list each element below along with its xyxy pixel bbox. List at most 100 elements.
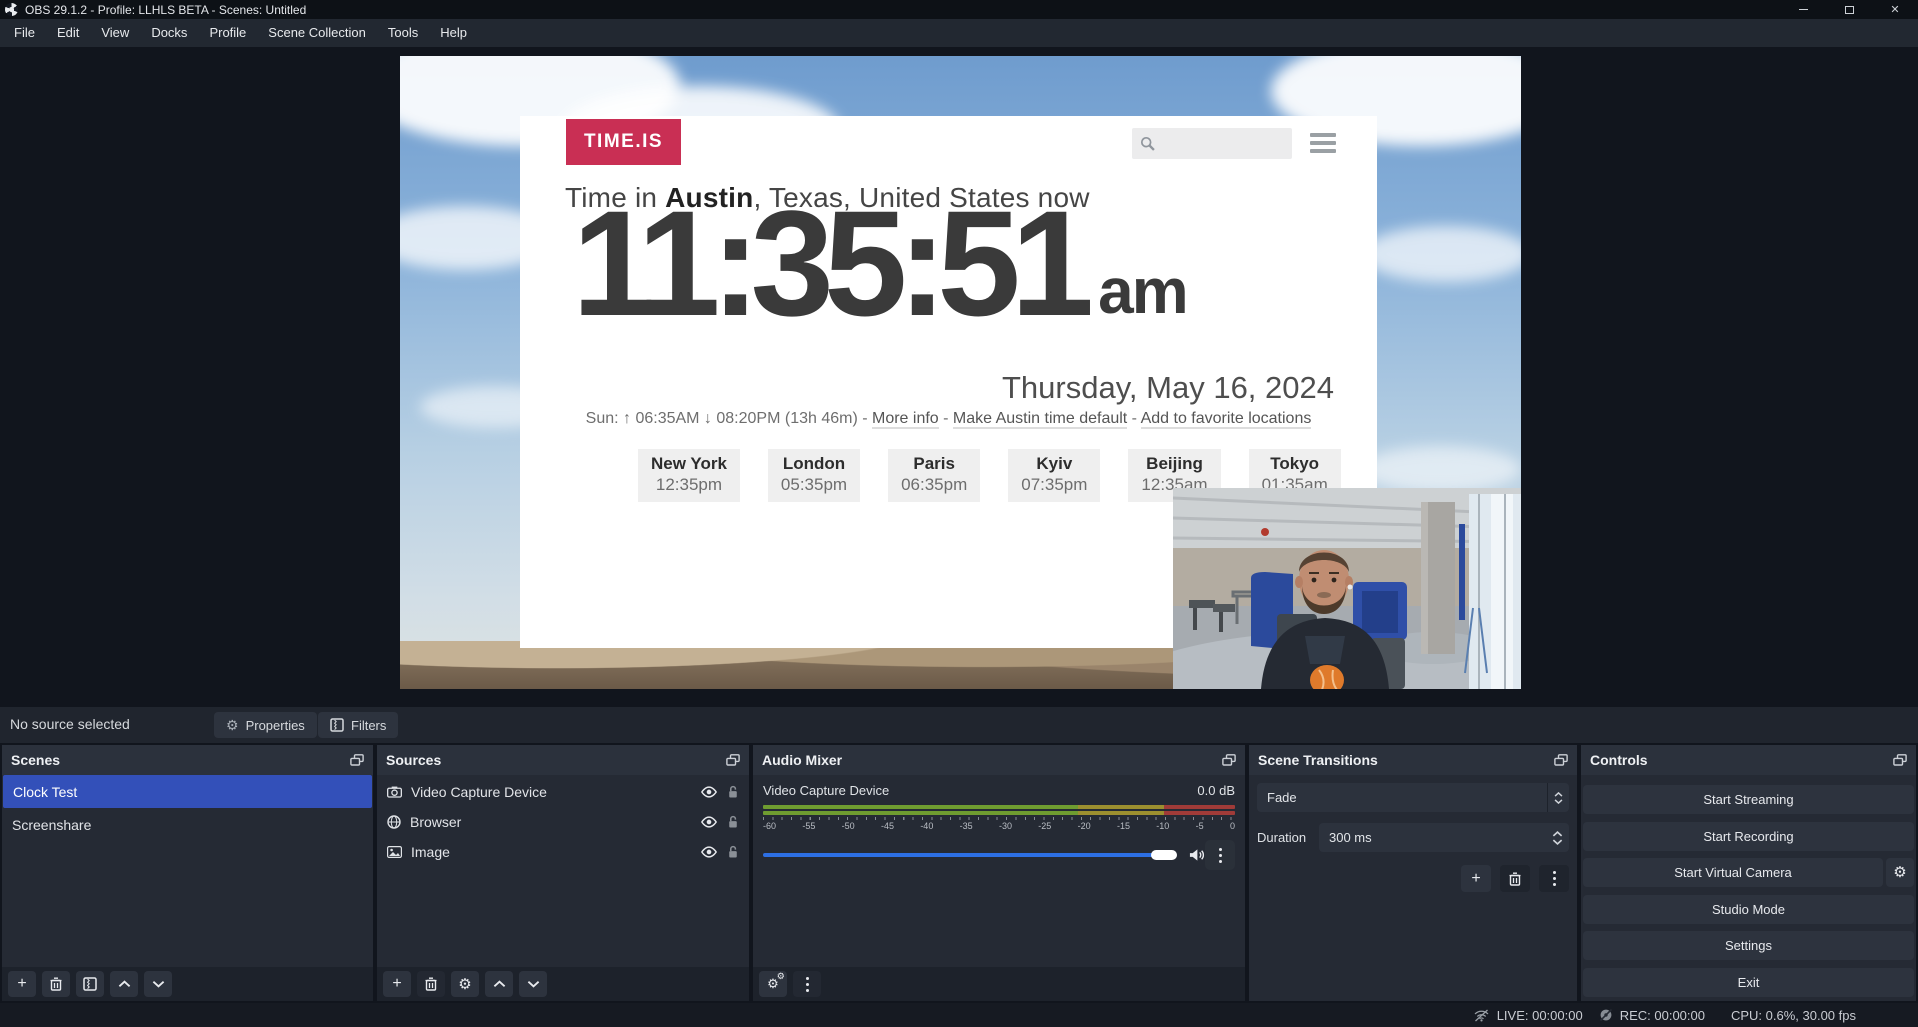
image-icon bbox=[387, 846, 402, 858]
window-title: OBS 29.1.2 - Profile: LLHLS BETA - Scene… bbox=[25, 3, 306, 17]
visibility-eye-icon[interactable] bbox=[700, 846, 718, 858]
menu-view[interactable]: View bbox=[90, 19, 140, 47]
lock-icon[interactable] bbox=[727, 785, 739, 799]
filters-button[interactable]: Filters bbox=[318, 712, 398, 738]
add-source-button[interactable]: + bbox=[383, 971, 411, 997]
live-status: LIVE: 00:00:00 bbox=[1473, 1008, 1583, 1023]
speaker-icon[interactable] bbox=[1189, 848, 1206, 862]
start-virtual-camera-button[interactable]: Start Virtual Camera bbox=[1583, 858, 1883, 887]
chevron-down-icon bbox=[1552, 839, 1563, 845]
status-bar: LIVE: 00:00:00 REC: 00:00:00 CPU: 0.6%, … bbox=[0, 1003, 1918, 1027]
menu-file[interactable]: File bbox=[3, 19, 46, 47]
source-item-image[interactable]: Image bbox=[377, 837, 749, 867]
menu-edit[interactable]: Edit bbox=[46, 19, 90, 47]
sources-header: Sources bbox=[377, 745, 749, 775]
program-video[interactable]: TIME.IS Time in Austin, Texas, United St… bbox=[400, 56, 1521, 689]
combo-arrows bbox=[1547, 783, 1569, 812]
mixer-channel-name: Video Capture Device bbox=[763, 783, 889, 798]
chevron-down-icon bbox=[152, 980, 165, 988]
source-item-video-capture[interactable]: Video Capture Device bbox=[377, 777, 749, 807]
dock-popout-icon bbox=[1893, 754, 1907, 766]
controls-body: Start Streaming Start Recording Start Vi… bbox=[1581, 775, 1916, 1001]
studio-mode-button[interactable]: Studio Mode bbox=[1583, 895, 1914, 924]
sources-list: Video Capture Device Browser Image bbox=[377, 775, 749, 967]
preview-canvas[interactable]: TIME.IS Time in Austin, Texas, United St… bbox=[0, 47, 1918, 707]
minimize-button[interactable] bbox=[1780, 0, 1826, 19]
lock-icon[interactable] bbox=[727, 845, 739, 859]
remove-transition-button[interactable] bbox=[1500, 865, 1530, 892]
visibility-eye-icon[interactable] bbox=[700, 786, 718, 798]
volume-slider-handle[interactable] bbox=[1151, 850, 1177, 860]
obs-logo-icon bbox=[5, 3, 18, 16]
source-properties-button[interactable]: ⚙ bbox=[451, 971, 479, 997]
move-source-down-button[interactable] bbox=[519, 971, 547, 997]
close-button[interactable]: ✕ bbox=[1872, 0, 1918, 19]
source-status-text: No source selected bbox=[10, 716, 130, 732]
scenes-toolbar: + bbox=[2, 967, 373, 1001]
remove-source-button[interactable] bbox=[417, 971, 445, 997]
controls-panel: Controls Start Streaming Start Recording… bbox=[1581, 745, 1916, 1001]
mixer-menu-button[interactable] bbox=[793, 971, 821, 997]
current-date: Thursday, May 16, 2024 bbox=[1002, 370, 1334, 406]
chevron-down-icon bbox=[527, 980, 540, 988]
properties-button[interactable]: ⚙ Properties bbox=[214, 712, 317, 738]
meter-scale: -60-55-50-45-40-35-30-25-20-15-10-50 bbox=[763, 821, 1235, 831]
settings-button[interactable]: Settings bbox=[1583, 931, 1914, 960]
menu-tools[interactable]: Tools bbox=[377, 19, 429, 47]
filter-icon bbox=[83, 977, 97, 991]
minimize-icon bbox=[1799, 9, 1808, 10]
duration-spinbox[interactable]: 300 ms bbox=[1319, 823, 1569, 852]
kebab-menu-icon bbox=[1219, 848, 1222, 863]
menu-docks[interactable]: Docks bbox=[140, 19, 198, 47]
transition-properties-button[interactable] bbox=[1539, 865, 1569, 892]
audio-mixer-header: Audio Mixer bbox=[753, 745, 1245, 775]
add-scene-button[interactable]: + bbox=[8, 971, 36, 997]
move-source-up-button[interactable] bbox=[485, 971, 513, 997]
chevron-up-icon bbox=[1554, 792, 1563, 797]
trash-icon bbox=[1509, 872, 1521, 886]
make-default-link: Make Austin time default bbox=[953, 410, 1127, 429]
webcam-video bbox=[1173, 488, 1521, 689]
mixer-channel-menu-button[interactable] bbox=[1205, 840, 1235, 870]
time-ampm: am bbox=[1098, 259, 1187, 325]
virtual-camera-config-button[interactable]: ⚙ bbox=[1886, 858, 1914, 887]
advanced-audio-button[interactable]: ⚙⚙ bbox=[759, 971, 787, 997]
scene-item-clock-test[interactable]: Clock Test bbox=[3, 775, 372, 808]
kebab-menu-icon bbox=[806, 977, 809, 992]
spin-arrows[interactable] bbox=[1552, 831, 1563, 845]
visibility-eye-icon[interactable] bbox=[700, 816, 718, 828]
filter-icon bbox=[330, 718, 344, 732]
move-scene-down-button[interactable] bbox=[144, 971, 172, 997]
source-context-toolbar: No source selected ⚙ Properties Filters bbox=[0, 707, 1918, 743]
menu-profile[interactable]: Profile bbox=[198, 19, 257, 47]
chevron-up-icon bbox=[1552, 831, 1563, 837]
dock-popout-icon bbox=[350, 754, 364, 766]
add-favorite-link: Add to favorite locations bbox=[1141, 410, 1312, 429]
transition-select[interactable]: Fade bbox=[1257, 783, 1569, 812]
menu-help[interactable]: Help bbox=[429, 19, 478, 47]
maximize-button[interactable] bbox=[1826, 0, 1872, 19]
start-streaming-button[interactable]: Start Streaming bbox=[1583, 785, 1914, 814]
source-item-browser[interactable]: Browser bbox=[377, 807, 749, 837]
controls-header: Controls bbox=[1581, 745, 1916, 775]
remove-scene-button[interactable] bbox=[42, 971, 70, 997]
chevron-up-icon bbox=[118, 980, 131, 988]
city-box: Paris06:35pm bbox=[888, 449, 980, 502]
add-transition-button[interactable]: + bbox=[1461, 865, 1491, 892]
webcam-source[interactable] bbox=[1173, 488, 1521, 689]
stream-inactive-icon bbox=[1473, 1009, 1490, 1022]
move-scene-up-button[interactable] bbox=[110, 971, 138, 997]
time-digits: 11:35:51 bbox=[572, 202, 1084, 325]
scene-item-screenshare[interactable]: Screenshare bbox=[2, 808, 373, 841]
exit-button[interactable]: Exit bbox=[1583, 968, 1914, 997]
volume-slider[interactable] bbox=[763, 853, 1177, 857]
scene-filters-button[interactable] bbox=[76, 971, 104, 997]
trash-icon bbox=[50, 977, 62, 991]
start-recording-button[interactable]: Start Recording bbox=[1583, 822, 1914, 851]
duration-label: Duration bbox=[1257, 830, 1319, 845]
lock-icon[interactable] bbox=[727, 815, 739, 829]
scenes-panel: Scenes Clock Test Screenshare + bbox=[2, 745, 373, 1001]
audio-mixer-panel: Audio Mixer Video Capture Device 0.0 dB … bbox=[753, 745, 1245, 1001]
menu-scene-collection[interactable]: Scene Collection bbox=[257, 19, 377, 47]
search-icon bbox=[1140, 136, 1155, 151]
